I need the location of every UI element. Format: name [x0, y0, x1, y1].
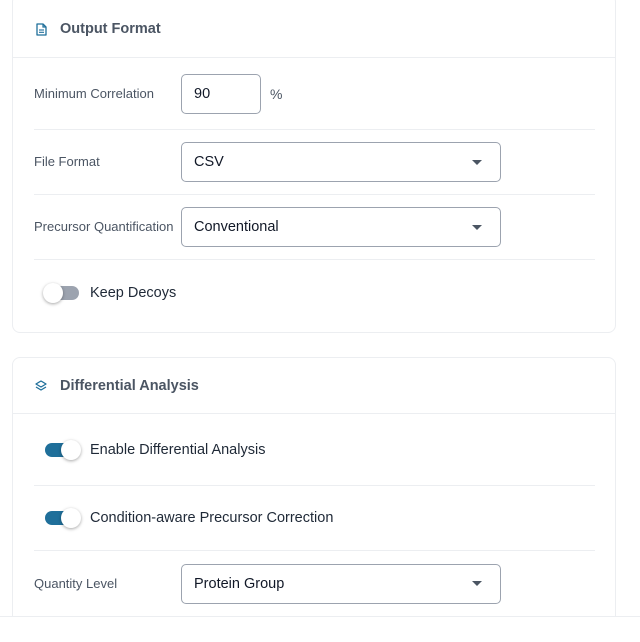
precursor-quant-row: Precursor Quantification Conventional — [34, 195, 595, 260]
file-format-select[interactable]: CSV — [181, 142, 501, 182]
min-correlation-input[interactable]: 90 — [181, 73, 261, 114]
condition-aware-label: Condition-aware Precursor Correction — [90, 510, 334, 526]
precursor-quant-select[interactable]: Conventional — [181, 207, 501, 247]
condition-aware-toggle[interactable] — [45, 508, 81, 528]
precursor-quant-label: Precursor Quantification — [34, 219, 174, 234]
condition-aware-row: Condition-aware Precursor Correction — [34, 486, 595, 551]
enable-differential-label: Enable Differential Analysis — [90, 441, 266, 458]
output-format-card: Output Format Minimum Correlation 90 % F… — [12, 0, 616, 333]
page-footer-space — [0, 617, 640, 642]
toggle-knob — [61, 439, 81, 460]
precursor-quant-value: Conventional — [194, 219, 279, 235]
differential-analysis-header: Differential Analysis — [13, 358, 615, 414]
keep-decoys-label: Keep Decoys — [90, 285, 177, 301]
chevron-down-icon — [472, 159, 482, 165]
output-format-header: Output Format — [13, 0, 615, 58]
layers-icon — [34, 379, 48, 393]
file-format-label: File Format — [34, 154, 100, 169]
quantity-level-value: Protein Group — [194, 575, 285, 592]
document-icon — [34, 22, 48, 36]
quantity-level-row: Quantity Level Protein Group — [34, 551, 595, 616]
quantity-level-select[interactable]: Protein Group — [181, 563, 501, 604]
min-correlation-label: Minimum Correlation — [34, 85, 154, 101]
toggle-knob — [61, 508, 81, 528]
differential-analysis-card: Differential Analysis Enable Differentia… — [12, 357, 616, 642]
keep-decoys-row: Keep Decoys — [34, 260, 595, 326]
file-format-value: CSV — [194, 154, 224, 170]
quantity-level-label: Quantity Level — [34, 575, 118, 591]
output-format-title: Output Format — [60, 21, 161, 37]
differential-analysis-title: Differential Analysis — [60, 377, 199, 394]
min-correlation-row: Minimum Correlation 90 % — [34, 58, 595, 130]
enable-differential-toggle[interactable] — [45, 439, 81, 460]
enable-differential-row: Enable Differential Analysis — [34, 414, 595, 486]
chevron-down-icon — [472, 581, 482, 586]
chevron-down-icon — [472, 224, 482, 230]
toggle-knob — [43, 283, 63, 303]
percent-unit: % — [270, 85, 283, 102]
file-format-row: File Format CSV — [34, 130, 595, 195]
keep-decoys-toggle[interactable] — [43, 283, 79, 303]
